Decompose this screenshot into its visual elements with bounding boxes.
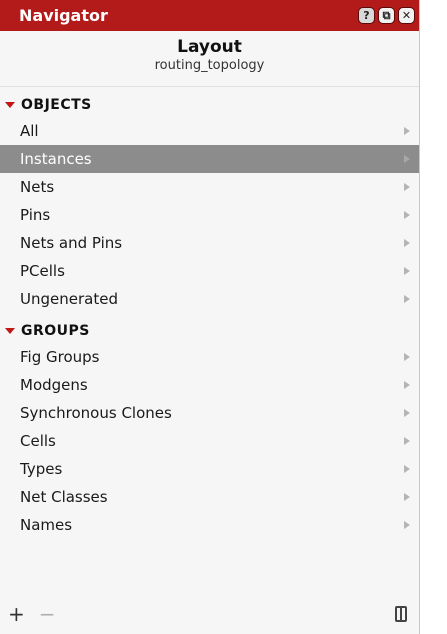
list-item-label: Synchronous Clones (20, 404, 172, 422)
remove-button[interactable]: − (39, 604, 56, 624)
list-item[interactable]: Synchronous Clones (0, 399, 419, 427)
chevron-right-icon[interactable] (404, 353, 410, 361)
list-item[interactable]: Nets (0, 173, 419, 201)
header-subtitle: routing_topology (154, 58, 265, 73)
list-item[interactable]: Pins (0, 201, 419, 229)
add-remove-group: + − (8, 604, 56, 624)
list-item-label: Types (20, 460, 63, 478)
bottom-toolbar: + − (0, 594, 419, 634)
list-item-label: Nets and Pins (20, 234, 123, 252)
list-item[interactable]: Nets and Pins (0, 229, 419, 257)
window-title: Navigator (19, 6, 108, 25)
panel-toggle-icon[interactable] (395, 606, 407, 622)
chevron-right-icon[interactable] (404, 267, 410, 275)
list-item-label: Pins (20, 206, 51, 224)
header-title: Layout (177, 37, 242, 57)
caret-down-icon (5, 328, 15, 334)
list-item-label: Names (20, 516, 73, 534)
close-button[interactable]: ✕ (398, 7, 415, 24)
list-item-label: Instances (20, 150, 92, 168)
chevron-right-icon[interactable] (404, 409, 410, 417)
section-header-objects[interactable]: OBJECTS (0, 93, 419, 117)
caret-down-icon (5, 102, 15, 108)
list-item[interactable]: Instances (0, 145, 419, 173)
list-item-label: Ungenerated (20, 290, 118, 308)
list-item[interactable]: Cells (0, 427, 419, 455)
chevron-right-icon[interactable] (404, 155, 410, 163)
list-item-label: Net Classes (20, 488, 108, 506)
add-button[interactable]: + (8, 604, 25, 624)
list-item-label: Nets (20, 178, 55, 196)
chevron-right-icon[interactable] (404, 465, 410, 473)
list-item[interactable]: Types (0, 455, 419, 483)
chevron-right-icon[interactable] (404, 127, 410, 135)
chevron-right-icon[interactable] (404, 521, 410, 529)
navigator-header: Layout routing_topology (0, 31, 419, 87)
list-item[interactable]: Modgens (0, 371, 419, 399)
section-header-groups[interactable]: GROUPS (0, 319, 419, 343)
chevron-right-icon[interactable] (404, 183, 410, 191)
list-item-label: Fig Groups (20, 348, 100, 366)
list-item-label: Cells (20, 432, 56, 450)
section-label: GROUPS (21, 323, 90, 339)
chevron-right-icon[interactable] (404, 437, 410, 445)
float-window-button[interactable]: ⧉ (378, 7, 395, 24)
list-item[interactable]: Names (0, 511, 419, 539)
list-item-label: All (20, 122, 39, 140)
help-button[interactable]: ? (358, 7, 375, 24)
list-item[interactable]: Ungenerated (0, 285, 419, 313)
list-item-label: Modgens (20, 376, 88, 394)
chevron-right-icon[interactable] (404, 381, 410, 389)
section-label: OBJECTS (21, 97, 92, 113)
list-item[interactable]: All (0, 117, 419, 145)
navigator-titlebar[interactable]: Navigator ? ⧉ ✕ (0, 0, 419, 31)
navigator-panel: Navigator ? ⧉ ✕ Layout routing_topology … (0, 0, 420, 634)
title-buttons: ? ⧉ ✕ (358, 7, 415, 24)
list-item[interactable]: Fig Groups (0, 343, 419, 371)
chevron-right-icon[interactable] (404, 295, 410, 303)
list-item[interactable]: PCells (0, 257, 419, 285)
chevron-right-icon[interactable] (404, 239, 410, 247)
list-item[interactable]: Net Classes (0, 483, 419, 511)
chevron-right-icon[interactable] (404, 211, 410, 219)
list-item-label: PCells (20, 262, 65, 280)
navigator-sections: OBJECTS All Instances Nets Pins Nets and Pins… (0, 93, 419, 539)
chevron-right-icon[interactable] (404, 493, 410, 501)
